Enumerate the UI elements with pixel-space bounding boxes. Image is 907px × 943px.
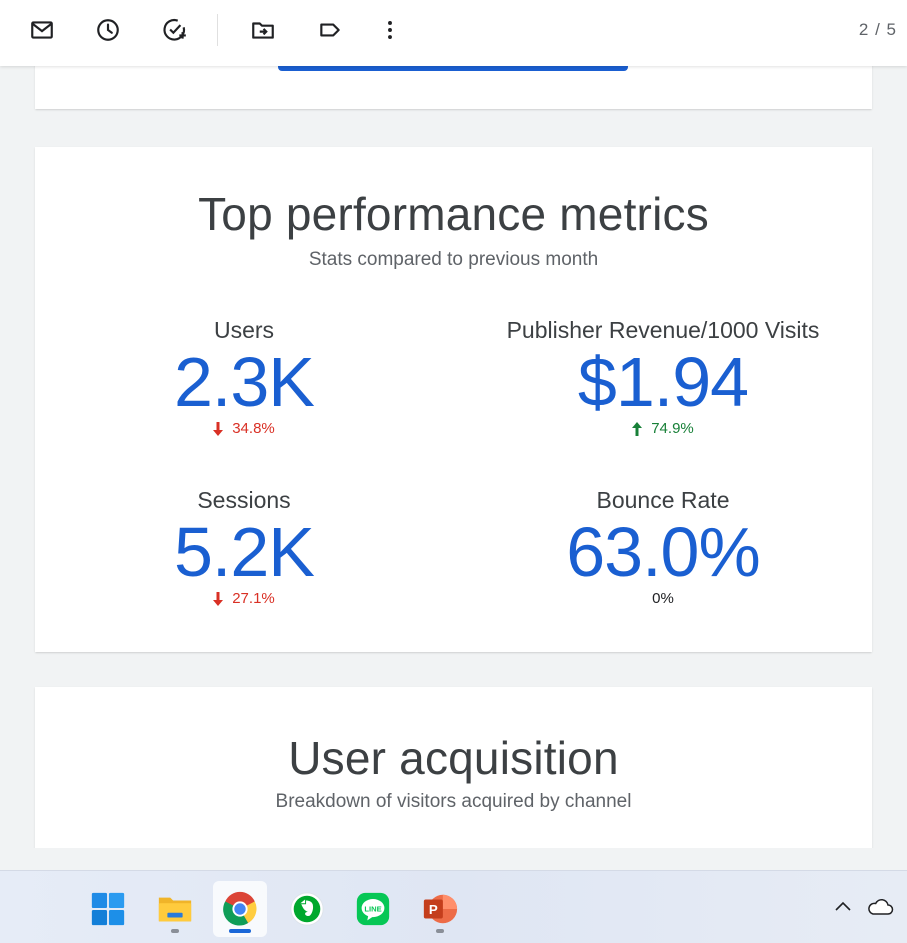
metric-change: 34.8%: [213, 420, 275, 437]
powerpoint-icon[interactable]: P: [413, 881, 467, 937]
metric-label: Sessions: [197, 487, 291, 513]
metric-publisher-revenue: Publisher Revenue/1000 Visits $1.94 74.9…: [463, 317, 863, 441]
metric-value: $1.94: [577, 343, 749, 421]
chrome-icon[interactable]: [213, 881, 267, 937]
metric-users: Users 2.3K 34.8%: [44, 317, 444, 441]
previous-card: [35, 66, 872, 109]
more-vert-icon[interactable]: [374, 14, 406, 46]
running-indicator: [436, 929, 444, 933]
metric-change: 74.9%: [632, 420, 694, 437]
performance-metrics-card: Top performance metrics Stats compared t…: [35, 147, 872, 652]
metric-bounce-rate: Bounce Rate 63.0% 0%: [463, 487, 863, 608]
clock-icon[interactable]: [92, 14, 124, 46]
arrow-down-icon: [213, 421, 224, 436]
mail-icon[interactable]: [26, 14, 58, 46]
metric-value: 2.3K: [174, 343, 315, 421]
metric-value: 5.2K: [174, 513, 315, 591]
move-to-icon[interactable]: [247, 14, 279, 46]
metric-change-value: 27.1%: [232, 590, 275, 607]
toolbar-divider: [217, 14, 218, 46]
metric-label: Bounce Rate: [596, 487, 730, 513]
label-icon[interactable]: [314, 14, 346, 46]
metrics-title: Top performance metrics: [198, 188, 709, 240]
chevron-up-icon[interactable]: [833, 896, 853, 916]
evernote-icon[interactable]: [280, 881, 334, 937]
file-explorer-icon[interactable]: [148, 881, 202, 937]
arrow-up-icon: [632, 421, 643, 436]
acquisition-subtitle: Breakdown of visitors acquired by channe…: [275, 791, 632, 812]
metrics-subtitle: Stats compared to previous month: [308, 249, 599, 270]
metric-change-value: 34.8%: [232, 420, 275, 437]
metric-sessions: Sessions 5.2K 27.1%: [44, 487, 444, 611]
windows-start-icon[interactable]: [81, 881, 135, 937]
running-indicator: [171, 929, 179, 933]
add-task-icon[interactable]: [159, 14, 191, 46]
line-icon[interactable]: LINE: [346, 881, 400, 937]
email-body[interactable]: Top performance metrics Stats compared t…: [0, 66, 907, 848]
svg-text:P: P: [429, 902, 438, 917]
user-acquisition-card: User acquisition Breakdown of visitors a…: [35, 687, 872, 848]
svg-text:LINE: LINE: [364, 904, 381, 913]
metric-label: Users: [213, 317, 275, 343]
windows-taskbar: LINE P: [0, 870, 907, 943]
running-indicator: [229, 929, 251, 933]
page-counter: 2 / 5: [858, 20, 897, 39]
email-toolbar: 2 / 5: [0, 0, 907, 66]
metric-change-value: 74.9%: [651, 420, 694, 437]
cta-button[interactable]: [278, 66, 628, 71]
onedrive-cloud-icon[interactable]: [866, 895, 894, 919]
arrow-down-icon: [213, 591, 224, 606]
metric-label: Publisher Revenue/1000 Visits: [506, 317, 820, 343]
metric-change-value: 0%: [652, 590, 674, 607]
metric-change: 0%: [652, 590, 674, 607]
acquisition-title: User acquisition: [288, 732, 619, 784]
metric-value: 63.0%: [566, 513, 760, 591]
metric-change: 27.1%: [213, 590, 275, 607]
